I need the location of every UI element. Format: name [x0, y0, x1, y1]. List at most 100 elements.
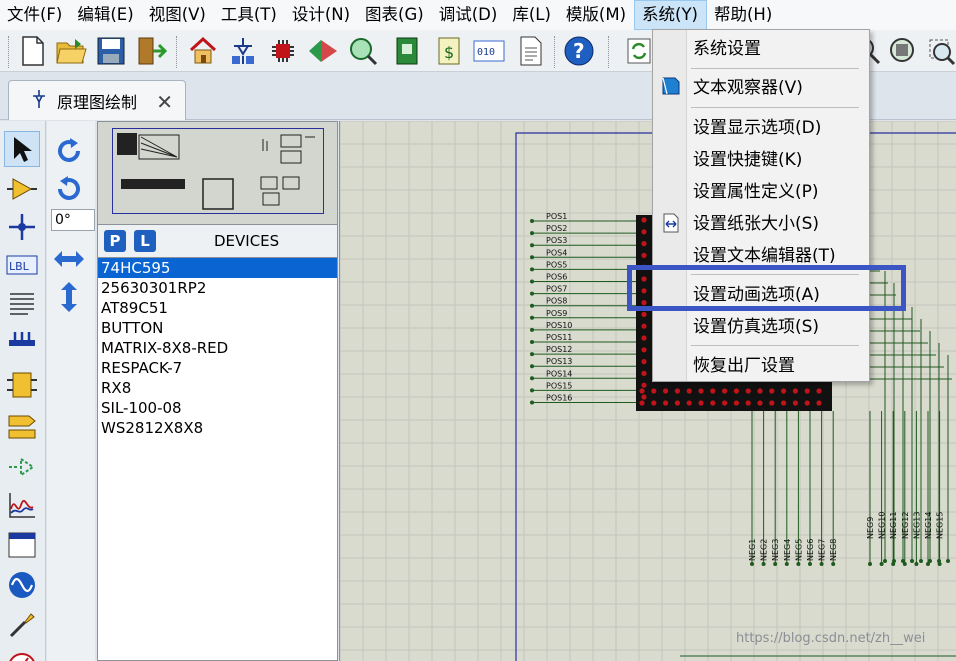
neg-net-label: NEG14: [924, 512, 933, 539]
wire-junction: [819, 562, 824, 566]
terminal-mode-icon[interactable]: [4, 409, 40, 445]
menu-library[interactable]: 库(L): [505, 0, 559, 30]
menu-graph[interactable]: 图表(G): [358, 0, 432, 30]
led-dot: [639, 388, 645, 394]
binary-source-icon[interactable]: 010: [472, 34, 506, 68]
wire-junction: [937, 562, 942, 566]
menu-separator: [691, 68, 859, 69]
app-window: 文件(F) 编辑(E) 视图(V) 工具(T) 设计(N) 图表(G) 调试(D…: [0, 0, 956, 661]
pos-net-label: POS16: [546, 394, 572, 403]
menu-edit[interactable]: 编辑(E): [70, 0, 141, 30]
zoom-design-icon[interactable]: [346, 34, 380, 68]
led-dot: [663, 388, 669, 394]
list-item[interactable]: RESPACK-7: [98, 358, 337, 378]
overview-window[interactable]: [97, 121, 338, 225]
menu-template[interactable]: 模版(M): [559, 0, 634, 30]
pcb-layout-icon[interactable]: [390, 34, 424, 68]
chip-icon[interactable]: [266, 34, 300, 68]
mirror-horizontal-icon[interactable]: [51, 241, 87, 277]
save-icon[interactable]: [94, 34, 128, 68]
neg-net-label: NEG9: [866, 517, 875, 539]
neg-net-label: NEG3: [771, 539, 780, 561]
menu-item-keyboard-shortcuts[interactable]: 设置快捷键(K): [693, 146, 802, 174]
menu-item-display-options[interactable]: 设置显示选项(D): [693, 114, 821, 142]
text-script-icon[interactable]: [4, 285, 40, 321]
led-dot: [686, 400, 692, 406]
led-dot: [745, 388, 751, 394]
list-item[interactable]: BUTTON: [98, 318, 337, 338]
generator-mode-icon[interactable]: [4, 567, 40, 603]
subcircuit-icon[interactable]: [4, 367, 40, 403]
rotate-anticlockwise-icon[interactable]: [51, 171, 87, 207]
graph-mode-icon[interactable]: [4, 487, 40, 523]
open-folder-icon[interactable]: [54, 34, 88, 68]
list-item[interactable]: RX8: [98, 378, 337, 398]
list-item[interactable]: 74HC595: [98, 258, 337, 278]
schematic-capture-icon[interactable]: [226, 34, 260, 68]
menu-file[interactable]: 文件(F): [0, 0, 70, 30]
tab-schematic-capture[interactable]: 原理图绘制 ✕: [8, 80, 186, 120]
menu-item-sheet-size[interactable]: 设置纸张大小(S): [693, 210, 819, 238]
menu-help[interactable]: 帮助(H): [707, 0, 780, 30]
led-dot: [641, 229, 647, 235]
list-item[interactable]: 25630301RP2: [98, 278, 337, 298]
zoom-area-icon[interactable]: [924, 34, 956, 68]
wire-junction: [891, 562, 896, 566]
new-file-icon[interactable]: [16, 34, 50, 68]
menu-item-text-viewer[interactable]: 文本观察器(V): [693, 74, 803, 102]
menu-tools[interactable]: 工具(T): [214, 0, 285, 30]
svg-text:010: 010: [477, 47, 495, 58]
rotation-angle-input[interactable]: 0°: [51, 209, 95, 231]
toolbar-separator: [8, 36, 10, 68]
list-item[interactable]: MATRIX-8X8-RED: [98, 338, 337, 358]
wire-junction: [530, 243, 534, 248]
menu-item-system-settings[interactable]: 系统设置: [693, 35, 761, 63]
wire-junction: [530, 219, 534, 223]
mirror-vertical-icon[interactable]: [51, 279, 87, 315]
wire-junction: [919, 559, 923, 563]
list-item[interactable]: WS2812X8X8: [98, 418, 337, 438]
menu-view[interactable]: 视图(V): [142, 0, 214, 30]
menu-system[interactable]: 系统(Y): [634, 0, 707, 30]
menu-bar: 文件(F) 编辑(E) 视图(V) 工具(T) 设计(N) 图表(G) 调试(D…: [0, 0, 956, 30]
menu-item-property-definitions[interactable]: 设置属性定义(P): [693, 178, 819, 206]
help-icon[interactable]: ?: [562, 34, 596, 68]
list-item[interactable]: AT89C51: [98, 298, 337, 318]
led-dot: [651, 400, 657, 406]
probe-mode-icon[interactable]: [4, 607, 40, 643]
list-item[interactable]: SIL-100-08: [98, 398, 337, 418]
home-icon[interactable]: [186, 34, 220, 68]
wire-junction: [946, 559, 950, 563]
neg-net-label: NEG10: [878, 512, 887, 539]
menu-design[interactable]: 设计(N): [285, 0, 358, 30]
component-mode-icon[interactable]: [4, 171, 40, 207]
menu-item-simulator-options[interactable]: 设置仿真选项(S): [693, 313, 819, 341]
virtual-instrument-icon[interactable]: [4, 643, 40, 661]
rotate-clockwise-icon[interactable]: [51, 133, 87, 169]
bill-of-materials-icon[interactable]: $: [432, 34, 466, 68]
3d-view-icon[interactable]: [306, 34, 340, 68]
library-manager-button[interactable]: L: [134, 230, 156, 252]
close-tab-icon[interactable]: ✕: [156, 90, 173, 114]
pick-devices-button[interactable]: P: [104, 230, 126, 252]
menu-item-restore-defaults[interactable]: 恢复出厂设置: [693, 352, 795, 380]
wire-junction: [831, 562, 836, 566]
led-dot: [792, 400, 798, 406]
junction-dot-icon[interactable]: [4, 209, 40, 245]
refresh-icon[interactable]: [622, 34, 656, 68]
led-dot: [641, 323, 647, 329]
selection-mode-icon[interactable]: [4, 131, 40, 167]
zoom-extents-icon[interactable]: [886, 34, 920, 68]
tape-recorder-icon[interactable]: [4, 527, 40, 563]
led-dot: [745, 400, 751, 406]
exit-door-icon[interactable]: [134, 34, 168, 68]
menu-debug[interactable]: 调试(D): [432, 0, 506, 30]
wire-label-icon[interactable]: LBL: [4, 247, 40, 283]
pos-net-label: POS2: [546, 224, 567, 233]
wire-junction: [530, 267, 534, 272]
bus-icon[interactable]: [4, 325, 40, 361]
led-dot: [698, 388, 704, 394]
device-pin-icon[interactable]: [4, 449, 40, 485]
neg-net-label: NEG1: [748, 539, 757, 561]
document-icon[interactable]: [514, 34, 548, 68]
